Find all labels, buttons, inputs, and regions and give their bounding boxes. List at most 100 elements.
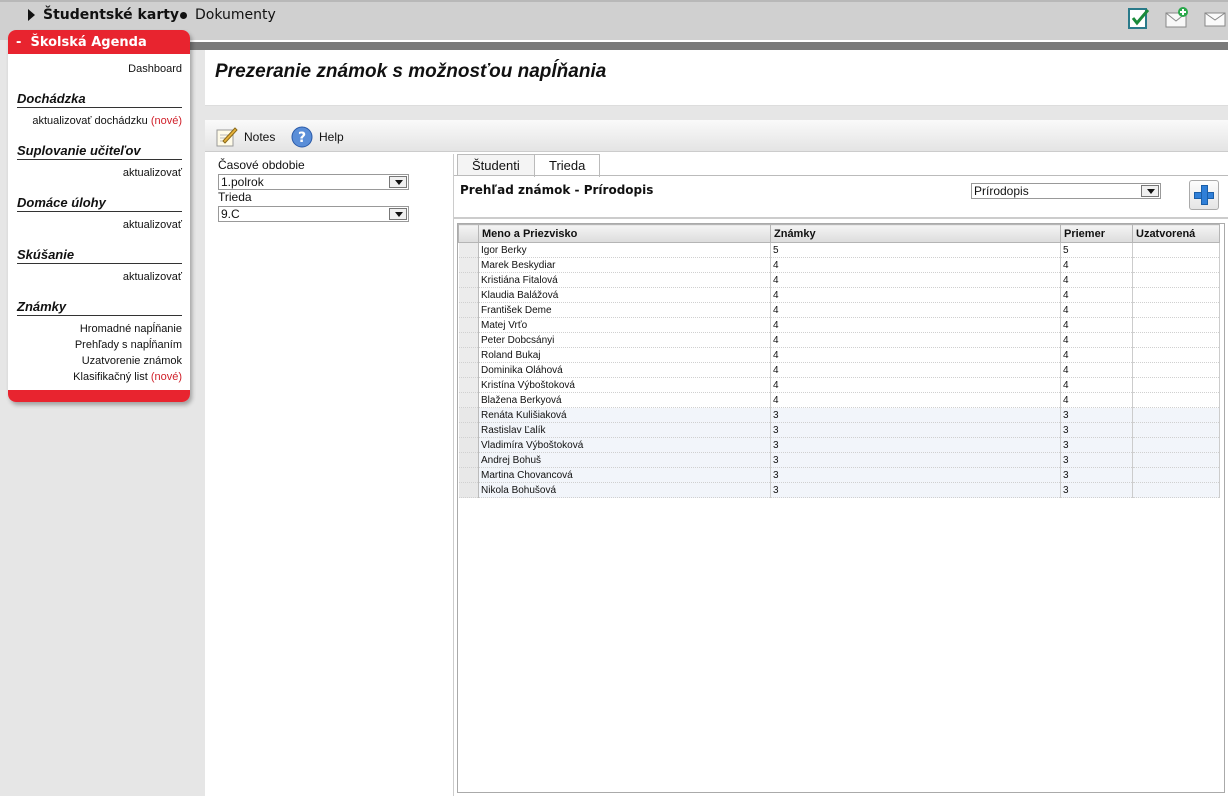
row-header-cell[interactable] <box>458 482 479 498</box>
cell-grades[interactable]: 4 <box>770 257 1061 273</box>
cell-closed[interactable] <box>1132 407 1220 423</box>
cell-name[interactable]: Igor Berky <box>478 242 771 258</box>
cell-closed[interactable] <box>1132 482 1220 498</box>
cell-grades[interactable]: 3 <box>770 422 1061 438</box>
cell-average[interactable]: 4 <box>1060 392 1133 408</box>
cell-name[interactable]: Martina Chovancová <box>478 467 771 483</box>
column-header-average[interactable]: Priemer <box>1060 224 1133 243</box>
cell-name[interactable]: Marek Beskydiar <box>478 257 771 273</box>
row-header-cell[interactable] <box>458 422 479 438</box>
cell-average[interactable]: 4 <box>1060 287 1133 303</box>
row-header-cell[interactable] <box>458 317 479 333</box>
cell-grades[interactable]: 5 <box>770 242 1061 258</box>
cell-name[interactable]: Renáta Kulišiaková <box>478 407 771 423</box>
cell-name[interactable]: Rastislav Ľalík <box>478 422 771 438</box>
cell-average[interactable]: 4 <box>1060 302 1133 318</box>
table-row[interactable]: Igor Berky 5 5 <box>458 242 1220 258</box>
cell-average[interactable]: 4 <box>1060 257 1133 273</box>
cell-closed[interactable] <box>1132 257 1220 273</box>
cell-closed[interactable] <box>1132 242 1220 258</box>
cell-closed[interactable] <box>1132 452 1220 468</box>
sidebar-link-update-examination[interactable]: aktualizovať <box>123 271 190 283</box>
table-row[interactable]: Martina Chovancová 3 3 <box>458 467 1220 483</box>
cell-closed[interactable] <box>1132 347 1220 363</box>
cell-grades[interactable]: 4 <box>770 272 1061 288</box>
cell-grades[interactable]: 4 <box>770 377 1061 393</box>
cell-average[interactable]: 4 <box>1060 317 1133 333</box>
period-select[interactable]: 1.polrok <box>218 174 409 190</box>
tab-students[interactable]: Študenti <box>457 154 535 176</box>
row-header-cell[interactable] <box>458 437 479 453</box>
row-header-cell[interactable] <box>458 362 479 378</box>
table-row[interactable]: Klaudia Balážová 4 4 <box>458 287 1220 303</box>
row-header-cell[interactable] <box>458 377 479 393</box>
table-row[interactable]: Kristiána Fitalová 4 4 <box>458 272 1220 288</box>
table-row[interactable]: Blažena Berkyová 4 4 <box>458 392 1220 408</box>
cell-name[interactable]: Blažena Berkyová <box>478 392 771 408</box>
cell-grades[interactable]: 4 <box>770 392 1061 408</box>
sidebar-link-update-substitution[interactable]: aktualizovať <box>123 167 190 179</box>
cell-average[interactable]: 4 <box>1060 362 1133 378</box>
table-row[interactable]: Marek Beskydiar 4 4 <box>458 257 1220 273</box>
cell-grades[interactable]: 3 <box>770 437 1061 453</box>
row-header-cell[interactable] <box>458 302 479 318</box>
cell-average[interactable]: 3 <box>1060 452 1133 468</box>
row-header-cell[interactable] <box>458 287 479 303</box>
column-header-name[interactable]: Meno a Priezvisko <box>478 224 771 243</box>
sidebar-link-dashboard[interactable]: Dashboard <box>128 63 190 75</box>
cell-name[interactable]: Kristiána Fitalová <box>478 272 771 288</box>
table-row[interactable]: František Deme 4 4 <box>458 302 1220 318</box>
row-header-cell[interactable] <box>458 392 479 408</box>
cell-closed[interactable] <box>1132 302 1220 318</box>
cell-grades[interactable]: 4 <box>770 362 1061 378</box>
cell-name[interactable]: Dominika Oláhová <box>478 362 771 378</box>
cell-name[interactable]: Klaudia Balážová <box>478 287 771 303</box>
cell-grades[interactable]: 4 <box>770 317 1061 333</box>
cell-average[interactable]: 4 <box>1060 377 1133 393</box>
row-header-cell[interactable] <box>458 242 479 258</box>
cell-average[interactable]: 3 <box>1060 467 1133 483</box>
cell-average[interactable]: 4 <box>1060 332 1133 348</box>
cell-grades[interactable]: 3 <box>770 467 1061 483</box>
nav-item-documents[interactable]: Dokumenty <box>180 7 276 23</box>
table-row[interactable]: Renáta Kulišiaková 3 3 <box>458 407 1220 423</box>
row-header-cell[interactable] <box>458 257 479 273</box>
sidebar-link-update-attendance[interactable]: aktualizovať dochádzku (nové) <box>32 115 190 127</box>
cell-grades[interactable]: 3 <box>770 482 1061 498</box>
table-row[interactable]: Roland Bukaj 4 4 <box>458 347 1220 363</box>
row-header-cell[interactable] <box>458 332 479 348</box>
cell-closed[interactable] <box>1132 467 1220 483</box>
cell-grades[interactable]: 4 <box>770 332 1061 348</box>
subject-select[interactable]: Prírodopis <box>971 183 1161 199</box>
table-row[interactable]: Matej Vrťo 4 4 <box>458 317 1220 333</box>
sidebar-link-close-grades[interactable]: Uzatvorenie známok <box>82 355 190 367</box>
cell-name[interactable]: Kristína Výboštoková <box>478 377 771 393</box>
help-button[interactable]: ? Help <box>290 126 344 148</box>
row-header-cell[interactable] <box>458 272 479 288</box>
cell-average[interactable]: 3 <box>1060 422 1133 438</box>
cell-average[interactable]: 3 <box>1060 407 1133 423</box>
table-row[interactable]: Nikola Bohušová 3 3 <box>458 482 1220 498</box>
cell-grades[interactable]: 3 <box>770 452 1061 468</box>
cell-closed[interactable] <box>1132 392 1220 408</box>
cell-name[interactable]: Nikola Bohušová <box>478 482 771 498</box>
notes-button[interactable]: Notes <box>215 126 275 148</box>
cell-grades[interactable]: 4 <box>770 287 1061 303</box>
cell-name[interactable]: Roland Bukaj <box>478 347 771 363</box>
cell-average[interactable]: 5 <box>1060 242 1133 258</box>
tab-class[interactable]: Trieda <box>534 154 601 177</box>
cell-closed[interactable] <box>1132 287 1220 303</box>
cell-name[interactable]: Matej Vrťo <box>478 317 771 333</box>
cell-name[interactable]: Vladimíra Výboštoková <box>478 437 771 453</box>
cell-average[interactable]: 4 <box>1060 272 1133 288</box>
mail-icon[interactable] <box>1202 6 1228 30</box>
cell-grades[interactable]: 3 <box>770 407 1061 423</box>
cell-closed[interactable] <box>1132 272 1220 288</box>
column-header-grades[interactable]: Známky <box>770 224 1061 243</box>
cell-average[interactable]: 4 <box>1060 347 1133 363</box>
add-button[interactable] <box>1189 180 1219 210</box>
column-header-closed[interactable]: Uzatvorená <box>1132 224 1220 243</box>
sidebar-link-update-homework[interactable]: aktualizovať <box>123 219 190 231</box>
sidebar-link-overviews[interactable]: Prehľady s napĺňaním <box>75 339 190 351</box>
cell-average[interactable]: 3 <box>1060 437 1133 453</box>
